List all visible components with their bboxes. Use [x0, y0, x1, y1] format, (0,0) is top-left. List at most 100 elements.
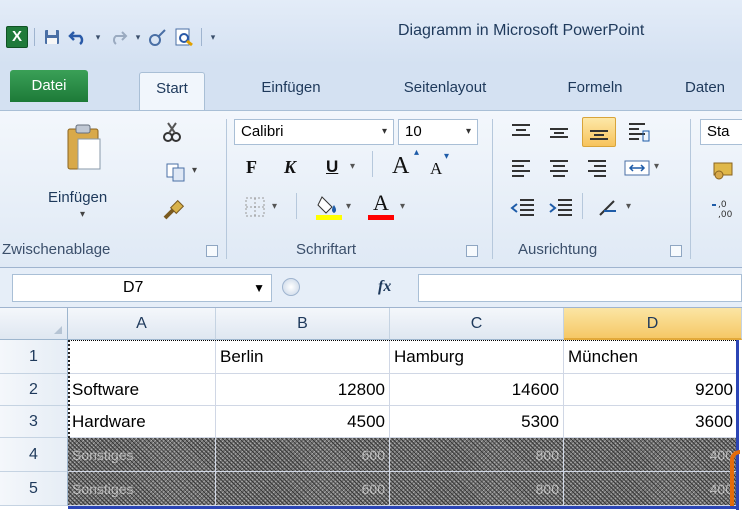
cell-a4[interactable]: Sonstiges — [68, 438, 216, 472]
currency-format-icon[interactable] — [708, 157, 738, 183]
tab-start[interactable]: Start — [139, 72, 205, 112]
customize-icon[interactable]: ▾ — [208, 26, 218, 48]
row-header-5[interactable]: 5 — [0, 472, 68, 506]
title-bar: X ▾ ▾ ▾ Diagramm in Microsoft PowerPoint — [0, 0, 742, 64]
undo-dropdown-icon[interactable]: ▾ — [93, 26, 103, 48]
font-color-dropdown-icon[interactable]: ▾ — [400, 201, 405, 212]
tab-seitenlayout[interactable]: Seitenlayout — [385, 74, 505, 108]
align-right-icon[interactable] — [584, 155, 610, 181]
formula-bar-grip-icon[interactable] — [282, 278, 300, 296]
cell-c1[interactable]: Hamburg — [390, 340, 564, 374]
print-preview-icon[interactable] — [173, 26, 195, 48]
cell-a5[interactable]: Sonstiges — [68, 472, 216, 506]
cell-a2[interactable]: Software — [68, 374, 216, 406]
align-middle-icon[interactable] — [546, 119, 572, 145]
grow-arrow-icon: ▴ — [414, 147, 420, 158]
name-box-dropdown-icon[interactable]: ▼ — [253, 275, 265, 301]
tab-formeln[interactable]: Formeln — [555, 74, 635, 108]
increase-decimal-icon[interactable]: ,0,00 — [708, 195, 738, 221]
row-header-2[interactable]: 2 — [0, 374, 68, 406]
font-launcher-icon[interactable] — [466, 245, 478, 257]
fill-color-dropdown-icon[interactable]: ▾ — [346, 201, 351, 212]
font-name-value: Calibri — [241, 123, 284, 140]
increase-indent-icon[interactable] — [546, 195, 576, 221]
cell-d4[interactable]: 400 — [564, 438, 738, 472]
text-direction-icon[interactable] — [594, 195, 624, 221]
copy-icon[interactable] — [160, 161, 192, 183]
cut-icon[interactable] — [160, 121, 184, 143]
clipboard-launcher-icon[interactable] — [206, 245, 218, 257]
font-name-combo[interactable]: Calibri ▾ — [234, 119, 394, 145]
cell-c4[interactable]: 800 — [390, 438, 564, 472]
underline-button[interactable]: U — [326, 157, 338, 177]
cell-b4[interactable]: 600 — [216, 438, 390, 472]
bold-button[interactable]: F — [246, 157, 257, 178]
cell-b5[interactable]: 600 — [216, 472, 390, 506]
cell-d1[interactable]: München — [564, 340, 738, 374]
font-color-button[interactable]: A — [368, 191, 394, 220]
decrease-indent-icon[interactable] — [508, 195, 538, 221]
cell-c2[interactable]: 14600 — [390, 374, 564, 406]
row-header-4[interactable]: 4 — [0, 438, 68, 472]
row-header-1[interactable]: 1 — [0, 340, 68, 374]
grow-font-button[interactable]: A — [392, 153, 409, 180]
cell-b5-text: 600 — [361, 481, 385, 497]
paste-icon[interactable] — [60, 119, 108, 175]
orientation-icon[interactable] — [626, 119, 652, 145]
merge-center-icon[interactable] — [622, 155, 652, 181]
row-header-3[interactable]: 3 — [0, 406, 68, 438]
merge-dropdown-icon[interactable]: ▾ — [654, 161, 659, 172]
alignment-launcher-icon[interactable] — [670, 245, 682, 257]
align-left-icon[interactable] — [508, 155, 534, 181]
shrink-font-button[interactable]: A — [430, 159, 442, 179]
font-size-combo[interactable]: 10 ▾ — [398, 119, 478, 145]
cell-d3[interactable]: 3600 — [564, 406, 738, 438]
underline-dropdown-icon[interactable]: ▾ — [350, 161, 355, 172]
select-all-corner[interactable] — [0, 308, 68, 340]
range-resize-handle[interactable] — [730, 450, 740, 506]
cell-d5[interactable]: 400 — [564, 472, 738, 506]
align-top-icon[interactable] — [508, 119, 534, 145]
excel-icon[interactable]: X — [6, 26, 28, 48]
font-size-value: 10 — [405, 123, 422, 140]
save-icon[interactable] — [41, 26, 63, 48]
cell-c5[interactable]: 800 — [390, 472, 564, 506]
italic-button[interactable]: K — [284, 157, 296, 178]
format-painter-brush-icon[interactable] — [160, 197, 186, 223]
column-header-a[interactable]: A — [68, 308, 216, 340]
undo-icon[interactable] — [67, 26, 89, 48]
styles-combo[interactable]: Sta — [700, 119, 742, 145]
paste-label[interactable]: Einfügen — [48, 189, 107, 206]
cell-a5-text: Sonstiges — [72, 481, 134, 497]
chart-range-border-bottom[interactable] — [68, 506, 738, 509]
insert-function-icon[interactable]: fx — [378, 278, 391, 296]
format-painter-icon[interactable] — [147, 26, 169, 48]
cell-b1[interactable]: Berlin — [216, 340, 390, 374]
align-bottom-icon[interactable] — [582, 117, 616, 147]
name-box[interactable]: D7 ▼ — [12, 274, 272, 302]
tab-daten[interactable]: Daten — [685, 74, 742, 108]
redo-dropdown-icon: ▾ — [135, 31, 141, 42]
font-name-dropdown-icon[interactable]: ▾ — [382, 120, 387, 144]
cell-c3[interactable]: 5300 — [390, 406, 564, 438]
column-header-b[interactable]: B — [216, 308, 390, 340]
copy-dropdown-icon[interactable]: ▾ — [192, 165, 197, 176]
align-center-icon[interactable] — [546, 155, 572, 181]
tab-datei[interactable]: Datei — [10, 70, 88, 102]
cell-b2[interactable]: 12800 — [216, 374, 390, 406]
border-dropdown-icon[interactable]: ▾ — [272, 201, 277, 212]
tab-einfuegen[interactable]: Einfügen — [247, 74, 335, 108]
column-header-d[interactable]: D — [564, 308, 742, 340]
cell-a3[interactable]: Hardware — [68, 406, 216, 438]
formula-input[interactable] — [418, 274, 742, 302]
worksheet-grid[interactable]: A B C D 1 Berlin Hamburg München 2 Softw… — [0, 308, 742, 510]
font-size-dropdown-icon[interactable]: ▾ — [466, 120, 471, 144]
text-direction-dropdown-icon[interactable]: ▾ — [626, 201, 631, 212]
fill-color-icon[interactable] — [314, 191, 344, 221]
cell-b3[interactable]: 4500 — [216, 406, 390, 438]
cell-d2[interactable]: 9200 — [564, 374, 738, 406]
cell-a1[interactable] — [68, 340, 216, 374]
column-header-c[interactable]: C — [390, 308, 564, 340]
paste-dropdown-icon[interactable]: ▾ — [80, 209, 85, 220]
border-icon[interactable] — [242, 195, 268, 219]
